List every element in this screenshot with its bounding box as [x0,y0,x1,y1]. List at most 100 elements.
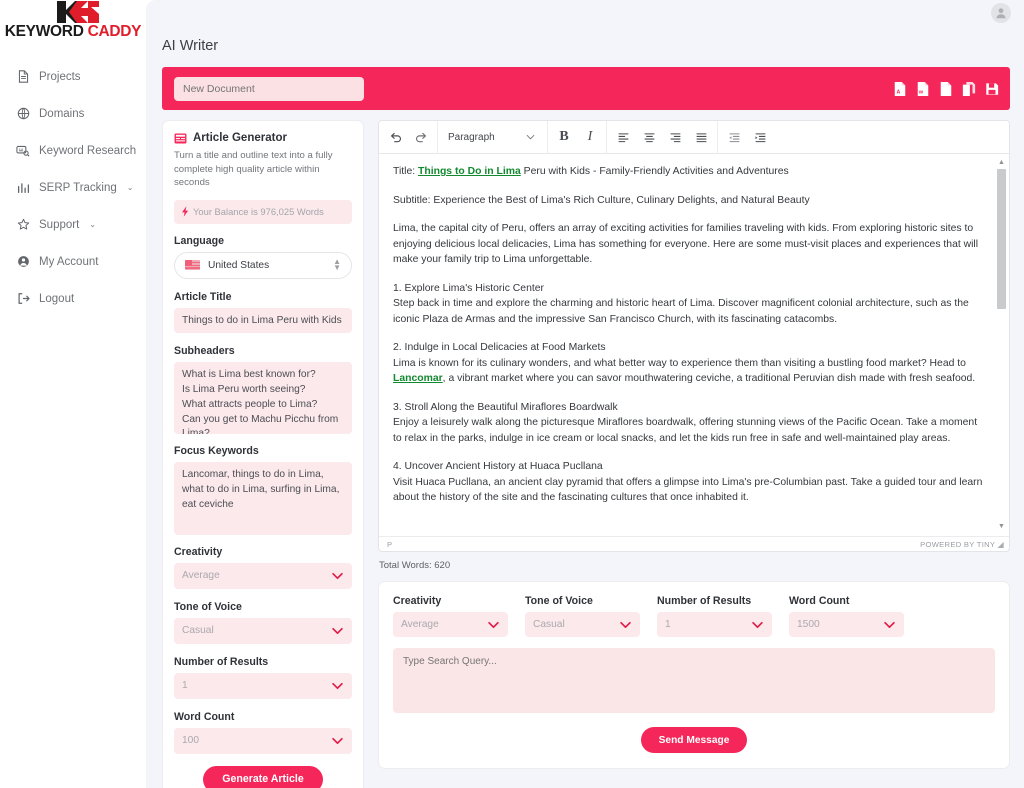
content-columns: Article Generator Turn a title and outli… [162,120,1010,788]
document-body[interactable]: Title: Things to Do in Lima Peru with Ki… [379,154,1009,536]
sidebar-item-logout[interactable]: Logout [16,286,146,311]
resize-grip-icon[interactable]: ◢ [998,540,1004,549]
indent-icon[interactable] [751,128,769,146]
align-left-icon[interactable] [614,128,632,146]
sidebar-item-keyword-research[interactable]: Keyword Research [16,138,146,163]
chat-creativity-value: Average [401,619,439,630]
brand-name-first: KEYWORD [4,23,84,40]
doc-s2-heading: 2. Indulge in Local Delicacies at Food M… [393,342,606,353]
powered-by-label: POWERED BY TINY [920,539,996,549]
search-query-textarea[interactable] [393,648,995,713]
user-circle-icon [16,255,30,269]
sidebar-item-support[interactable]: Support ⌄ [16,212,146,237]
export-text-icon[interactable] [939,81,953,97]
focus-keywords-textarea[interactable]: Lancomar, things to do in Lima, what to … [174,461,352,535]
sidebar-item-label: Logout [39,292,75,305]
send-message-button[interactable]: Send Message [640,727,748,753]
redo-icon[interactable] [412,128,430,146]
word-count-select[interactable]: 100 [174,727,352,754]
creativity-label: Creativity [174,545,223,558]
sidebar-item-domains[interactable]: Domains [16,101,146,126]
number-of-results-label: Number of Results [174,655,269,668]
document-name-input[interactable] [174,76,364,101]
scrollbar-thumb[interactable] [997,169,1006,309]
us-flag-icon [185,260,200,271]
generator-description: Turn a title and outline text into a ful… [174,150,333,189]
format-group: Paragraph [438,121,548,154]
article-title-input[interactable] [174,307,352,333]
chevron-down-icon: ⌄ [126,183,134,192]
alignment-group [607,121,718,154]
chat-creativity-select[interactable]: Average [393,612,508,637]
save-icon[interactable] [985,81,999,97]
scroll-down-icon[interactable]: ▼ [998,522,1005,532]
creativity-select[interactable]: Average [174,562,352,589]
avatar[interactable] [991,3,1011,23]
sidebar-item-serp-tracking[interactable]: SERP Tracking ⌄ [16,175,146,200]
scroll-up-icon[interactable]: ▲ [998,158,1005,168]
copy-icon[interactable] [962,81,976,97]
chat-tone-label: Tone of Voice [525,595,593,607]
lightning-icon [182,206,189,218]
sidebar-item-my-account[interactable]: My Account [16,249,146,274]
stepper-icon: ▲ ▼ [333,257,341,273]
brand-logo[interactable]: KEYWORD CADDY [0,0,146,46]
page-wrapper: AI Writer A W Article Generator [146,26,1024,788]
globe-icon [16,107,30,121]
creativity-value: Average [182,570,220,582]
doc-s1-heading: 1. Explore Lima's Historic Center [393,282,544,294]
top-bar [146,0,1024,26]
chevron-down-icon [620,621,631,628]
text-style-group: B I [548,121,607,154]
article-title-label: Article Title [174,290,232,303]
sidebar: KEYWORD CADDY Projects Domains Keyword R… [0,0,146,788]
align-justify-icon[interactable] [692,128,710,146]
page-title: AI Writer [162,38,219,54]
chevron-down-icon [488,621,499,628]
export-pdf-icon[interactable]: A [893,81,907,97]
italic-button[interactable]: I [581,128,599,146]
chevron-down-icon: ⌄ [89,220,96,229]
outdent-icon[interactable] [725,128,743,146]
chat-results-select[interactable]: 1 [657,612,772,637]
document-header-bar: A W [162,67,1010,110]
editor-scrollbar[interactable]: ▲ ▼ [997,158,1006,532]
article-generator-icon [174,132,187,144]
bold-button[interactable]: B [555,128,573,146]
chevron-down-icon [752,621,763,628]
align-right-icon[interactable] [666,128,684,146]
editor-toolbar: Paragraph B I [379,121,1009,154]
subheaders-textarea[interactable]: What is Lima best known for? Is Lima Per… [174,361,352,434]
rich-text-editor: Paragraph B I Title: Things to Do in Lim… [378,120,1010,552]
tone-of-voice-select[interactable]: Casual [174,617,352,644]
doc-s4-body: Visit Huaca Pucllana, an ancient clay py… [393,476,983,504]
chevron-down-icon [884,621,895,628]
svg-text:W: W [919,89,924,95]
undo-icon[interactable] [386,128,404,146]
sidebar-item-projects[interactable]: Projects [16,64,146,89]
balance-badge: Your Balance is 976,025 Words [174,199,352,224]
brand-name: KEYWORD CADDY [3,23,143,41]
doc-s2-body-a: Lima is known for its culinary wonders, … [393,357,966,369]
chat-creativity-label: Creativity [393,595,442,607]
doc-s2-body: Lima is known for its culinary wonders, … [393,356,987,387]
chat-tone-select[interactable]: Casual [525,612,640,637]
total-words-label: Total Words: 620 [379,560,451,571]
chevron-down-icon [332,737,343,744]
doc-title-keyword: Things to Do in Lima [418,166,521,177]
doc-subtitle: Subtitle: Experience the Best of Lima's … [393,194,810,206]
chat-wordcount-select[interactable]: 1500 [789,612,904,637]
align-center-icon[interactable] [640,128,658,146]
language-select[interactable]: United States ▲ ▼ [174,251,352,279]
sidebar-item-label: SERP Tracking [39,181,117,194]
paragraph-format-value: Paragraph [448,131,495,143]
doc-s2-keyword: Lancomar [393,373,443,384]
paragraph-format-select[interactable]: Paragraph [445,126,540,148]
export-word-icon[interactable]: W [916,81,930,97]
generate-article-button[interactable]: Generate Article [203,765,323,788]
word-count-value: 100 [182,735,199,747]
doc-s4-heading: 4. Uncover Ancient History at Huaca Pucl… [393,461,603,472]
sidebar-item-label: My Account [39,255,99,268]
number-of-results-select[interactable]: 1 [174,672,352,699]
kc-monogram-icon [57,1,99,23]
